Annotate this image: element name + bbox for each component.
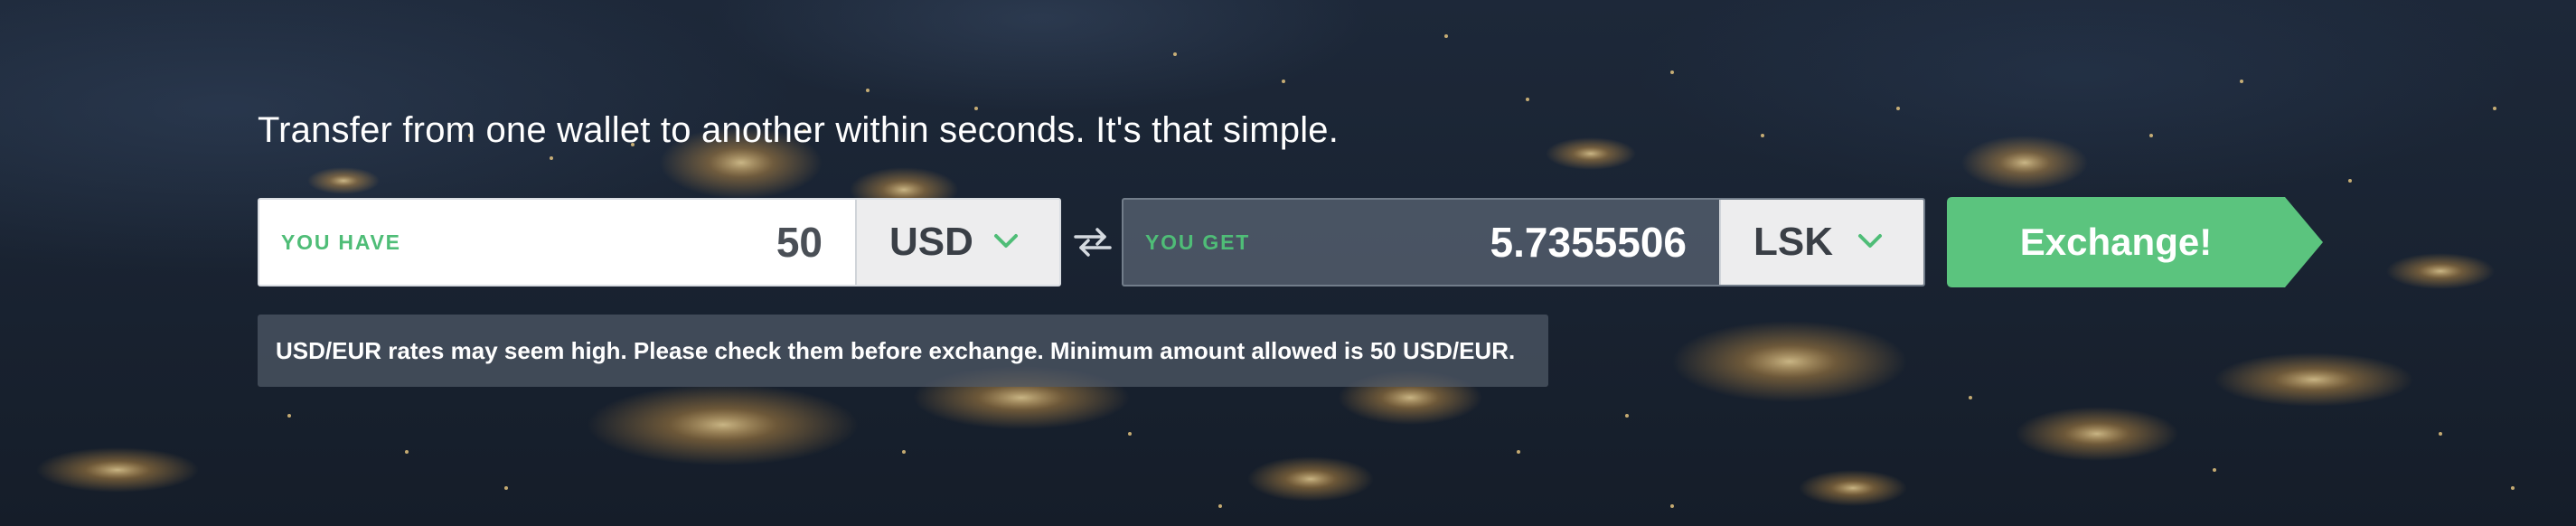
to-currency-code: LSK xyxy=(1753,220,1833,264)
exchange-button[interactable]: Exchange! xyxy=(1947,197,2323,287)
chevron-down-icon xyxy=(994,234,1018,248)
rate-notice: USD/EUR rates may seem high. Please chec… xyxy=(258,315,1548,387)
rate-notice-text: USD/EUR rates may seem high. Please chec… xyxy=(276,337,1516,364)
you-get-label: YOU GET xyxy=(1145,230,1251,254)
you-have-field[interactable]: YOU HAVE 50 USD xyxy=(258,198,1061,286)
from-currency-select[interactable]: USD xyxy=(855,200,1059,285)
swap-arrows-icon[interactable] xyxy=(1070,224,1115,260)
you-have-amount-input[interactable]: 50 xyxy=(776,218,823,267)
you-get-amount: 5.7355506 xyxy=(1490,219,1687,266)
chevron-down-icon xyxy=(1858,234,1882,248)
you-have-label: YOU HAVE xyxy=(281,230,401,254)
exchange-button-label: Exchange! xyxy=(2019,221,2213,263)
tagline: Transfer from one wallet to another with… xyxy=(258,110,1340,150)
you-get-field[interactable]: YOU GET 5.7355506 LSK xyxy=(1122,198,1925,286)
from-currency-code: USD xyxy=(889,220,973,264)
to-currency-select[interactable]: LSK xyxy=(1719,200,1923,285)
